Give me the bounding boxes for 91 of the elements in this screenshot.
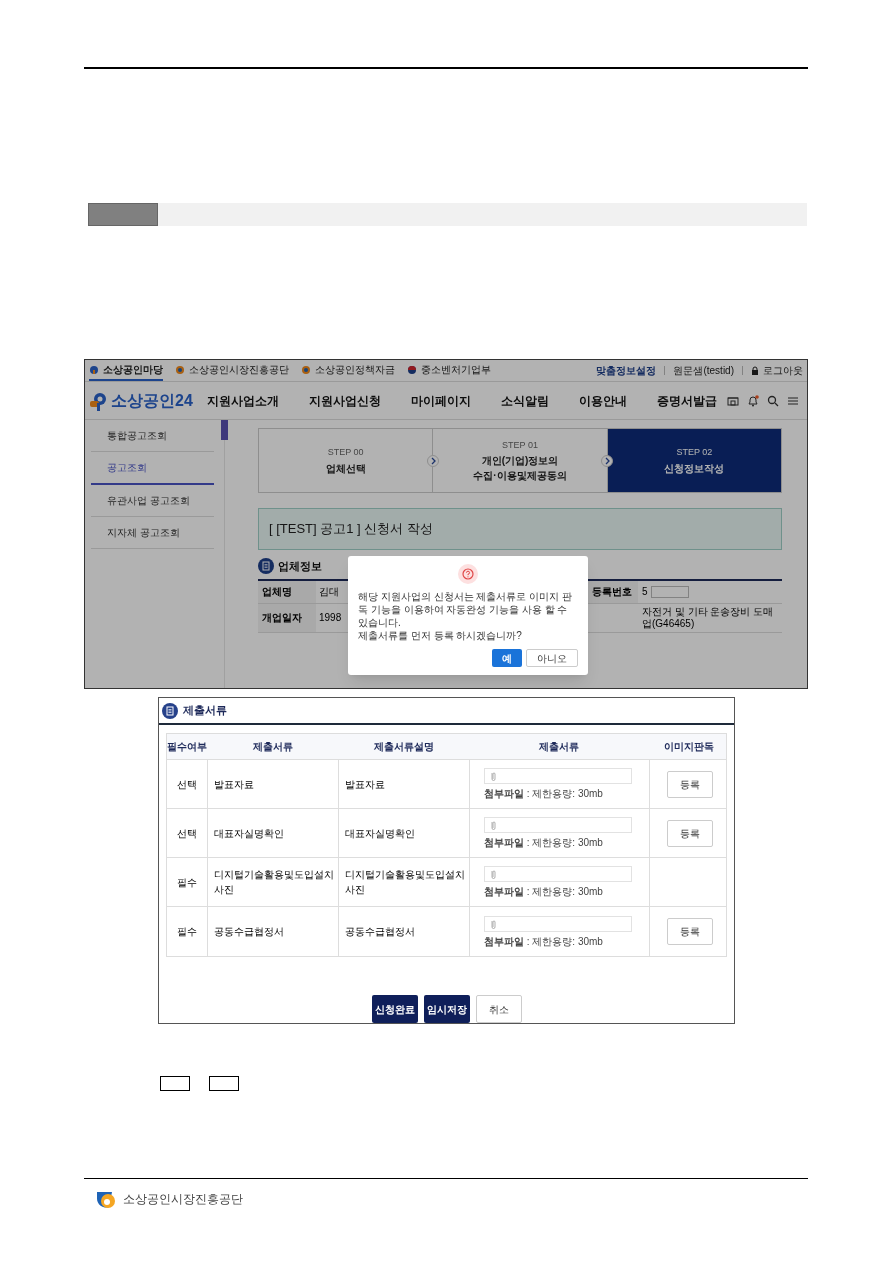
form-button[interactable]: 취소 <box>475 995 522 1023</box>
document-icon <box>258 558 274 575</box>
organization-logo-icon <box>94 1189 116 1209</box>
table-cell: 대표자실명확인 <box>207 809 338 857</box>
ring-logo-icon <box>175 364 185 375</box>
site-link[interactable]: 소상공인마당 <box>89 360 163 381</box>
user-link[interactable]: 로그아웃 <box>751 363 803 378</box>
table-cell-text: 1998 <box>319 611 342 625</box>
user-link[interactable]: 원문샘(testid) <box>673 363 734 378</box>
table-cell: 디지털기술활용및도입설치사진 <box>338 858 469 906</box>
file-input-field[interactable] <box>484 817 632 833</box>
nav-menu-item[interactable]: 지원사업신청 <box>309 391 381 410</box>
sidebar-item[interactable]: 유관사업 공고조회 <box>91 485 214 517</box>
nav-menu-item[interactable]: 증명서발급 <box>657 391 717 410</box>
table-header-cell: 등록번호 <box>588 580 638 603</box>
outline-box <box>160 1076 190 1091</box>
nav-menu-item[interactable]: 소식알림 <box>501 391 549 410</box>
nav-menu-item[interactable]: 지원사업소개 <box>207 391 279 410</box>
scrollbar-thumb[interactable] <box>221 420 228 440</box>
table-cell-text: 선택 <box>176 777 198 792</box>
site-logo-icon <box>89 390 107 411</box>
sidebar-item[interactable]: 공고조회 <box>91 452 214 485</box>
paperclip-icon <box>489 771 497 781</box>
sidebar-item[interactable]: 지자체 공고조회 <box>91 517 214 549</box>
dialog-button[interactable]: 예 <box>492 649 522 667</box>
column-header: 이미지판독 <box>663 740 715 754</box>
lock-icon <box>751 366 759 375</box>
emblem-icon <box>407 364 417 375</box>
table-cell: 디지털기술활용및도입설치사진 <box>207 858 338 906</box>
table-header-cell: 개업일자 <box>258 603 316 632</box>
table-cell-text: 자전거 및 기타 운송장비 도매업(G46465) <box>642 605 775 630</box>
table-header-cell: 업체명 <box>258 580 316 603</box>
step-number: STEP 01 <box>502 438 538 452</box>
menu-icon <box>787 394 799 407</box>
outline-box <box>209 1076 239 1091</box>
section-title: 업체정보 <box>278 559 322 574</box>
table-cell-text: 선택 <box>176 826 198 841</box>
site-logo-text: 소상공인24 <box>111 390 193 411</box>
file-input-field[interactable] <box>484 866 632 882</box>
table-cell-text: 필수 <box>176 925 198 939</box>
table-cell: 공동수급협정서 <box>338 907 469 956</box>
search-icon <box>767 394 779 407</box>
bell-icon <box>747 394 759 407</box>
document-icon <box>162 702 178 719</box>
step-title: 개인(기업)정보의 <box>481 454 559 468</box>
table-cell: 5 <box>642 585 648 598</box>
store-icon <box>727 394 739 407</box>
form-button[interactable]: 임시저장 <box>423 995 470 1023</box>
file-size-note: 첨부파일 : 제한용량: 30mb <box>484 837 604 849</box>
column-header: 제출서류 <box>251 740 294 754</box>
register-button[interactable]: 등록 <box>666 918 713 945</box>
site-link[interactable]: 중소벤처기업부 <box>407 360 491 381</box>
file-size-note: 첨부파일 : 제한용량: 30mb <box>484 935 604 948</box>
nav-menu-item[interactable]: 이용안내 <box>579 391 627 410</box>
column-header: 필수여부 <box>167 740 207 754</box>
table-cell-text: 김대 <box>319 585 339 599</box>
section-title: 제출서류 <box>183 703 227 719</box>
file-size-note: 첨부파일 : 제한용량: 30mb <box>484 788 604 800</box>
step-title: 업체선택 <box>325 461 366 475</box>
table-cell: 발표자료 <box>207 760 338 808</box>
file-input-field[interactable] <box>484 915 632 932</box>
sidebar-item[interactable]: 통합공고조회 <box>91 420 214 452</box>
step-number: STEP 02 <box>676 446 713 460</box>
column-header: 제출서류설명 <box>372 740 435 754</box>
column-header: 제출서류 <box>538 740 580 754</box>
paperclip-icon <box>489 918 497 929</box>
ring-logo-icon <box>301 364 311 375</box>
user-link[interactable]: 맞춤정보설정 <box>596 363 657 378</box>
logo-icon <box>89 364 99 375</box>
paperclip-icon <box>489 820 497 830</box>
dialog-message: 제출서류를 먼저 등록 하시겠습니까? <box>358 629 523 642</box>
step-title: 신청정보작성 <box>664 461 725 475</box>
table-cell: 발표자료 <box>338 760 469 808</box>
dialog-message: 해당 지원사업의 신청서는 제출서류로 이미지 판독 기능을 이용하여 자동완성 기능을 사용 할 수 있습니다. <box>358 590 573 629</box>
site-link[interactable]: 소상공인시장진흥공단 <box>175 360 289 381</box>
step-title: 수집·이용및제공동의 <box>473 469 567 483</box>
site-link[interactable]: 소상공인정책자금 <box>301 360 395 381</box>
table-cell: 공동수급협정서 <box>207 907 338 956</box>
file-size-note: 첨부파일 : 제한용량: 30mb <box>484 886 604 898</box>
register-button[interactable]: 등록 <box>666 819 713 847</box>
page-title: [ [TEST] 공고1 ] 신청서 작성 <box>269 520 433 539</box>
step-number: STEP 00 <box>327 446 364 460</box>
file-input-field[interactable] <box>484 768 632 784</box>
nav-menu-item[interactable]: 마이페이지 <box>411 391 471 410</box>
paperclip-icon <box>489 869 497 879</box>
form-button[interactable]: 신청완료 <box>371 995 418 1023</box>
table-cell: 대표자실명확인 <box>338 809 469 857</box>
table-cell-text: 필수 <box>176 875 198 890</box>
organization-name: 소상공인시장진흥공단 <box>123 1191 243 1208</box>
register-button[interactable]: 등록 <box>666 770 713 798</box>
dialog-button[interactable]: 아니오 <box>526 649 578 667</box>
